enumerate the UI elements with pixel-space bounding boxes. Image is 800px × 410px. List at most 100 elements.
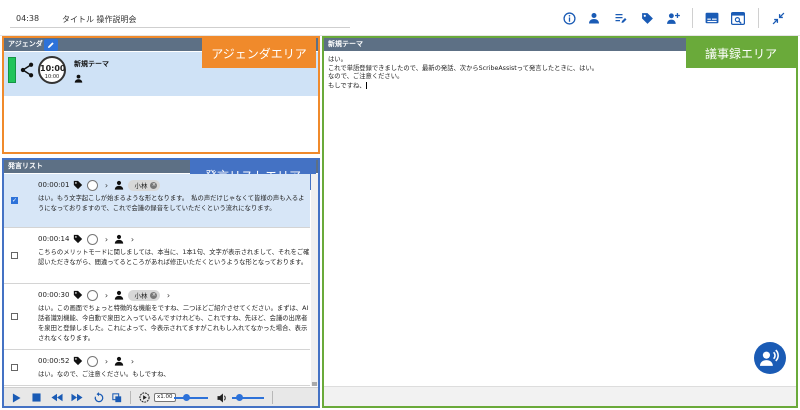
utterance-scrollbar[interactable]: [311, 174, 318, 386]
speaker-chip[interactable]: 小林 ×: [128, 179, 161, 191]
utterance-list: ✓ 00:00:01 › 小林 × はい。もう文字起こしが始まるような形となりま…: [4, 174, 318, 386]
utterance-checkbox[interactable]: [11, 364, 18, 371]
minutes-line: これで単語登録できましたので、最新の発話、次からScribeAssistって発言…: [328, 64, 599, 72]
utterance-item[interactable]: 00:00:30 › 小林 × › はい。この画面でちょっと特徴的な機能をですね…: [4, 284, 310, 350]
minutes-line: なので、ご注意ください。: [328, 73, 404, 80]
chevron-right-icon[interactable]: ›: [102, 291, 110, 300]
minutes-editor[interactable]: はい。 これで単語登録できましたので、最新の発話、次からScribeAssist…: [328, 56, 788, 91]
edit-agenda-button[interactable]: [44, 39, 58, 51]
person-icon: [115, 234, 124, 244]
utterance-item[interactable]: 00:00:52 › › はい。なので、ご注意ください。もしですね、: [4, 350, 310, 386]
mark-circle-button[interactable]: [87, 355, 99, 367]
tag-icon[interactable]: [73, 356, 83, 366]
chevron-right-icon[interactable]: ›: [128, 235, 136, 244]
utterance-time[interactable]: 00:00:30: [38, 291, 69, 299]
top-bar: 04:38 タイトル 操作説明会: [0, 0, 800, 36]
utterance-meta: 00:00:30 › 小林 × ›: [38, 289, 172, 301]
agenda-panel: アジェンダ 10:00 10:00 新規テーマ アジェンダエリア: [2, 36, 320, 154]
copy-icon[interactable]: [110, 391, 123, 404]
record-voice-icon: [760, 349, 779, 366]
replay-icon[interactable]: [92, 391, 105, 404]
collapse-icon[interactable]: [770, 10, 786, 26]
speaker-chip[interactable]: 小林 ×: [128, 289, 161, 301]
utterance-time[interactable]: 00:00:14: [38, 235, 69, 243]
agenda-timer: 10:00 10:00: [38, 56, 66, 84]
chevron-right-icon[interactable]: ›: [102, 181, 110, 190]
utterance-checkbox[interactable]: [11, 313, 18, 320]
remove-speaker-icon[interactable]: ×: [150, 181, 158, 189]
utterance-meta: 00:00:01 › 小林 ×: [38, 179, 161, 191]
speaker-name: 小林: [134, 182, 148, 190]
utterance-text[interactable]: はい。もう文字起こしが始まるような形となります。 私の声だけじゃなくて皆様の声も…: [38, 194, 310, 214]
minutes-line: はい。: [328, 56, 347, 63]
volume-slider-knob[interactable]: [236, 394, 243, 401]
playback-controls: x1.00: [4, 387, 318, 406]
find-in-page-icon[interactable]: [730, 10, 746, 26]
timer-total: 10:00: [44, 74, 60, 80]
controls-divider: [272, 391, 273, 404]
utterance-text[interactable]: こちらのメリットモードに関しましては、本当に、1本1句、文字が表示されまして、そ…: [38, 248, 310, 268]
remove-speaker-icon[interactable]: ×: [150, 291, 158, 299]
playback-speed-icon[interactable]: [138, 391, 151, 404]
share-icon[interactable]: [20, 62, 34, 78]
subtitles-icon[interactable]: [704, 10, 720, 26]
minutes-panel: 新規テーマ 議事録エリア はい。 これで単語登録できましたので、最新の発話、次か…: [322, 36, 798, 408]
utterance-checkbox[interactable]: [11, 252, 18, 259]
tag-icon[interactable]: [639, 10, 655, 26]
chevron-right-icon[interactable]: ›: [164, 291, 172, 300]
utterance-list-panel: 発言リスト 発言リストエリア ✓ 00:00:01 › 小林 × はい。もう文字…: [2, 158, 320, 408]
scrollbar-thumb[interactable]: [312, 382, 317, 386]
text-caret: [365, 81, 367, 89]
utterance-time[interactable]: 00:00:52: [38, 357, 69, 365]
person-icon: [115, 180, 124, 190]
stop-icon[interactable]: [30, 391, 43, 404]
elapsed-time: 04:38: [16, 14, 40, 23]
agenda-header-title: アジェンダ: [8, 40, 43, 48]
minutes-line: もしですね、: [328, 82, 366, 89]
toolbar-divider: [758, 8, 759, 28]
speed-slider-track[interactable]: [174, 397, 208, 399]
utterance-text[interactable]: はい。この画面でちょっと特徴的な機能をですね、二つほどご紹介させてください。まず…: [38, 304, 310, 344]
pencil-icon: [48, 42, 54, 48]
agenda-area-label: アジェンダエリア: [202, 38, 316, 68]
tag-icon[interactable]: [73, 234, 83, 244]
voice-input-button[interactable]: [754, 342, 786, 374]
tag-icon[interactable]: [73, 290, 83, 300]
utterance-item[interactable]: 00:00:14 › › こちらのメリットモードに関しましては、本当に、1本1句…: [4, 228, 310, 284]
timer-remaining: 10:00: [40, 64, 66, 73]
playback-speed-value: x1.00: [154, 393, 176, 402]
info-icon[interactable]: [561, 10, 577, 26]
speaker-name: 小林: [134, 292, 148, 300]
controls-divider: [130, 391, 131, 404]
speed-slider-knob[interactable]: [183, 394, 190, 401]
chevron-right-icon[interactable]: ›: [102, 235, 110, 244]
fast-forward-icon[interactable]: [70, 391, 83, 404]
agenda-active-indicator: [8, 57, 16, 83]
utterance-checkbox[interactable]: ✓: [11, 197, 18, 204]
rewind-icon[interactable]: [50, 391, 63, 404]
utterance-time[interactable]: 00:00:01: [38, 181, 69, 189]
minutes-header-title: 新規テーマ: [328, 40, 363, 48]
minutes-line-wrap: もしですね、: [328, 81, 788, 91]
play-icon[interactable]: [10, 391, 23, 404]
person-icon: [74, 74, 84, 84]
mark-circle-button[interactable]: [87, 289, 99, 301]
mark-circle-button[interactable]: [87, 233, 99, 245]
utterance-meta: 00:00:52 › ›: [38, 355, 136, 367]
tag-icon[interactable]: [73, 180, 83, 190]
chevron-right-icon[interactable]: ›: [102, 357, 110, 366]
chevron-right-icon[interactable]: ›: [128, 357, 136, 366]
playlist-edit-icon[interactable]: [612, 10, 628, 26]
person-icon: [115, 356, 124, 366]
minutes-footer: [324, 386, 796, 406]
utterance-text[interactable]: はい。なので、ご注意ください。もしですね、: [38, 370, 310, 380]
mark-circle-button[interactable]: [87, 179, 99, 191]
person-icon: [115, 290, 124, 300]
utterance-meta: 00:00:14 › ›: [38, 233, 136, 245]
volume-icon[interactable]: [216, 391, 229, 404]
meeting-title[interactable]: タイトル 操作説明会: [62, 14, 137, 25]
utterance-list-title: 発言リスト: [8, 162, 43, 170]
utterance-item[interactable]: ✓ 00:00:01 › 小林 × はい。もう文字起こしが始まるような形となりま…: [4, 174, 310, 228]
person-icon[interactable]: [586, 10, 602, 26]
person-add-mic-icon[interactable]: [665, 10, 681, 26]
